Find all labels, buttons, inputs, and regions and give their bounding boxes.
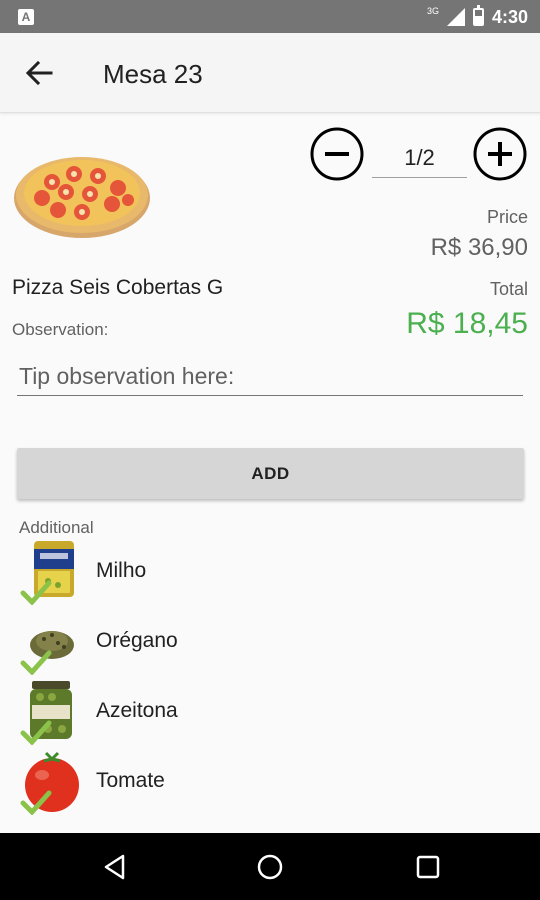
network-type: 3G bbox=[426, 6, 439, 16]
additional-item-label: Azeitona bbox=[96, 699, 178, 722]
minus-circle-icon bbox=[310, 127, 364, 181]
nav-back-button[interactable] bbox=[101, 853, 129, 881]
total-label: Total bbox=[489, 279, 528, 299]
additional-item-milho[interactable]: Milho bbox=[18, 539, 518, 605]
decrease-quantity-button[interactable] bbox=[309, 126, 365, 182]
additional-item-label: Tomate bbox=[96, 769, 165, 792]
app-bar: Mesa 23 bbox=[0, 33, 540, 113]
nav-home-icon bbox=[257, 854, 283, 880]
check-icon bbox=[20, 580, 52, 605]
nav-recents-icon bbox=[416, 855, 440, 879]
status-icons: 3G 4:30 bbox=[426, 5, 528, 28]
additional-item-label: Milho bbox=[96, 559, 147, 582]
signal-icon bbox=[446, 8, 465, 26]
observation-input[interactable] bbox=[17, 358, 523, 396]
check-icon bbox=[20, 650, 52, 675]
additional-item-tomate[interactable]: Tomate bbox=[18, 749, 518, 815]
additional-item-azeitona[interactable]: Azeitona bbox=[18, 679, 518, 745]
observation-label: Observation: bbox=[12, 320, 109, 339]
additional-item-label: Orégano bbox=[96, 629, 178, 652]
increase-quantity-button[interactable] bbox=[472, 126, 528, 182]
product-name: Pizza Seis Cobertas G bbox=[12, 276, 224, 299]
nav-back-icon bbox=[104, 854, 125, 880]
status-time: 4:30 bbox=[491, 6, 528, 27]
additional-label: Additional bbox=[19, 518, 94, 537]
app-notification-icon: A bbox=[18, 9, 34, 25]
check-icon bbox=[20, 790, 52, 815]
add-button[interactable]: ADD bbox=[17, 448, 524, 499]
additional-item-oregano[interactable]: Orégano bbox=[18, 609, 518, 675]
nav-home-button[interactable] bbox=[256, 853, 284, 881]
page-title: Mesa 23 bbox=[103, 59, 203, 89]
check-icon bbox=[20, 720, 52, 745]
total-value: R$ 18,45 bbox=[406, 307, 528, 340]
system-nav-bar bbox=[0, 833, 540, 900]
price-label: Price bbox=[486, 207, 528, 227]
plus-circle-icon bbox=[473, 127, 527, 181]
nav-recents-button[interactable] bbox=[414, 853, 442, 881]
status-bar: A 3G 4:30 bbox=[0, 0, 540, 33]
arrow-back-icon bbox=[25, 60, 53, 86]
price-value: R$ 36,90 bbox=[430, 234, 528, 261]
quantity-value: 1/2 bbox=[372, 140, 467, 178]
battery-icon bbox=[472, 5, 484, 26]
pizza-image bbox=[12, 140, 152, 240]
back-button[interactable] bbox=[18, 51, 62, 95]
